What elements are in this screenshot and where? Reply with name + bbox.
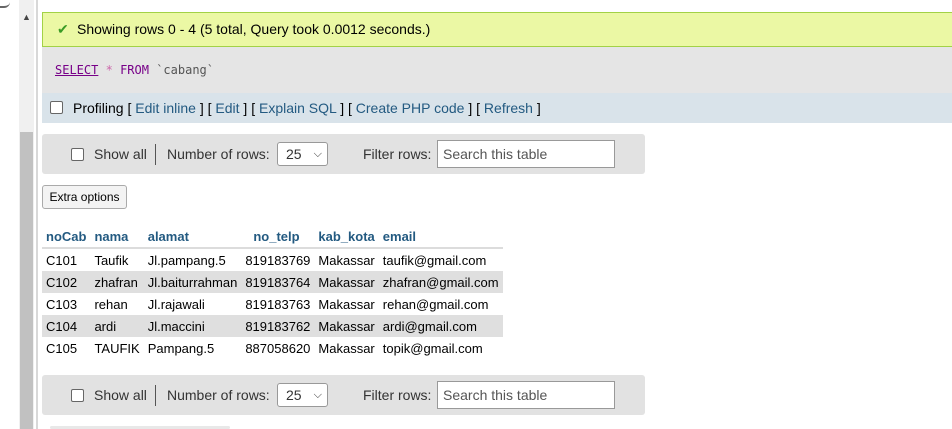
cell-email: ardi@gmail.com (378, 315, 503, 337)
filter-rows-label: Filter rows: (363, 387, 432, 403)
table-row[interactable]: C103 rehan Jl.rajawali 819183763 Makassa… (42, 293, 503, 315)
scroll-thumb[interactable] (20, 132, 33, 429)
chevron-down-icon: ⌵ (313, 148, 322, 160)
explain-sql-link[interactable]: Explain SQL (259, 100, 336, 116)
sql-keyword-from: FROM (120, 63, 149, 77)
cell-email: taufik@gmail.com (378, 248, 503, 271)
cell-nocab: C104 (42, 315, 91, 337)
column-header-nama[interactable]: nama (90, 225, 144, 249)
rows-per-page-select[interactable]: 25 ⌵ (277, 383, 328, 407)
cell-email: zhafran@gmail.com (378, 271, 503, 293)
table-row[interactable]: C104 ardi Jl.maccini 819183762 Makassar … (42, 315, 503, 337)
cell-kab-kota: Makassar (314, 315, 379, 337)
table-header-row: noCab nama alamat no_telp kab_kota email (42, 225, 503, 249)
column-header-email[interactable]: email (378, 225, 503, 249)
cell-nocab: C103 (42, 293, 91, 315)
cell-kab-kota: Makassar (314, 337, 379, 359)
cell-email: topik@gmail.com (378, 337, 503, 359)
query-options-bar: Profiling [ Edit inline ] [ Edit ] [ Exp… (42, 93, 952, 123)
navigation-bar-top: Show all Number of rows: 25 ⌵ Filter row… (42, 134, 645, 174)
cell-alamat: Jl.maccini (143, 315, 242, 337)
sql-table-name: `cabang` (156, 63, 214, 77)
edit-inline-link[interactable]: Edit inline (135, 100, 196, 116)
cell-alamat: Jl.pampang.5 (143, 248, 242, 271)
cell-nama: zhafran (90, 271, 144, 293)
cell-alamat: Pampang.5 (143, 337, 242, 359)
navigation-scrollbar[interactable]: ▲ (19, 0, 34, 429)
cell-nocab: C102 (42, 271, 91, 293)
table-row[interactable]: C105 TAUFIK Pampang.5 887058620 Makassar… (42, 337, 503, 359)
show-all-label[interactable]: Show all (94, 146, 147, 162)
show-all-checkbox[interactable] (71, 389, 84, 402)
filter-rows-input[interactable]: Search this table (437, 381, 615, 409)
checkmark-icon: ✔ (57, 21, 69, 37)
number-of-rows-label: Number of rows: (167, 146, 270, 162)
cell-nama: Taufik (90, 248, 144, 271)
table-row[interactable]: C101 Taufik Jl.pampang.5 819183769 Makas… (42, 248, 503, 271)
filter-rows-input[interactable]: Search this table (437, 140, 615, 168)
panel-divider[interactable] (36, 0, 38, 429)
show-all-label[interactable]: Show all (94, 387, 147, 403)
cell-kab-kota: Makassar (314, 271, 379, 293)
filter-rows-label: Filter rows: (363, 146, 432, 162)
cell-no-telp: 819183769 (241, 248, 315, 271)
cell-email: rehan@gmail.com (378, 293, 503, 315)
cell-no-telp: 819183763 (241, 293, 315, 315)
column-header-alamat[interactable]: alamat (143, 225, 242, 249)
navigation-bar-bottom: Show all Number of rows: 25 ⌵ Filter row… (42, 375, 645, 415)
column-header-no-telp[interactable]: no_telp (241, 225, 315, 249)
sql-keyword-select[interactable]: SELECT (55, 63, 98, 77)
sql-query-box: SELECT * FROM `cabang` (42, 47, 952, 93)
cell-kab-kota: Makassar (314, 248, 379, 271)
chevron-down-icon: ⌵ (313, 389, 322, 401)
success-text: Showing rows 0 - 4 (5 total, Query took … (77, 21, 431, 37)
rows-per-page-select[interactable]: 25 ⌵ (277, 142, 328, 166)
cell-nocab: C105 (42, 337, 91, 359)
left-panel-edge (0, 0, 19, 429)
table-row[interactable]: C102 zhafran Jl.baiturrahman 819183764 M… (42, 271, 503, 293)
rows-per-page-value: 25 (286, 146, 302, 162)
cell-nocab: C101 (42, 248, 91, 271)
edit-link[interactable]: Edit (215, 100, 239, 116)
cell-alamat: Jl.baiturrahman (143, 271, 242, 293)
sql-query: SELECT * FROM `cabang` (55, 63, 214, 77)
column-header-kab-kota[interactable]: kab_kota (314, 225, 379, 249)
results-table: noCab nama alamat no_telp kab_kota email… (42, 225, 503, 359)
show-all-checkbox[interactable] (71, 148, 84, 161)
cell-nama: TAUFIK (90, 337, 144, 359)
number-of-rows-label: Number of rows: (167, 387, 270, 403)
scroll-up-arrow-icon[interactable]: ▲ (19, 10, 34, 24)
cell-nama: ardi (90, 315, 144, 337)
rows-per-page-value: 25 (286, 387, 302, 403)
create-php-code-link[interactable]: Create PHP code (356, 100, 465, 116)
cell-nama: rehan (90, 293, 144, 315)
profiling-label: Profiling (73, 100, 124, 116)
column-header-nocab[interactable]: noCab (42, 225, 91, 249)
cell-no-telp: 887058620 (241, 337, 315, 359)
collapse-icon[interactable] (0, 0, 10, 8)
cell-kab-kota: Makassar (314, 293, 379, 315)
extra-options-button[interactable]: Extra options (42, 185, 127, 209)
cell-alamat: Jl.rajawali (143, 293, 242, 315)
nav-separator (155, 144, 156, 165)
cell-no-telp: 819183764 (241, 271, 315, 293)
profiling-checkbox[interactable] (50, 101, 63, 114)
cell-no-telp: 819183762 (241, 315, 315, 337)
sql-star: * (105, 63, 113, 77)
success-message: ✔ Showing rows 0 - 4 (5 total, Query too… (42, 12, 952, 47)
nav-separator (155, 385, 156, 406)
refresh-link[interactable]: Refresh (484, 100, 533, 116)
